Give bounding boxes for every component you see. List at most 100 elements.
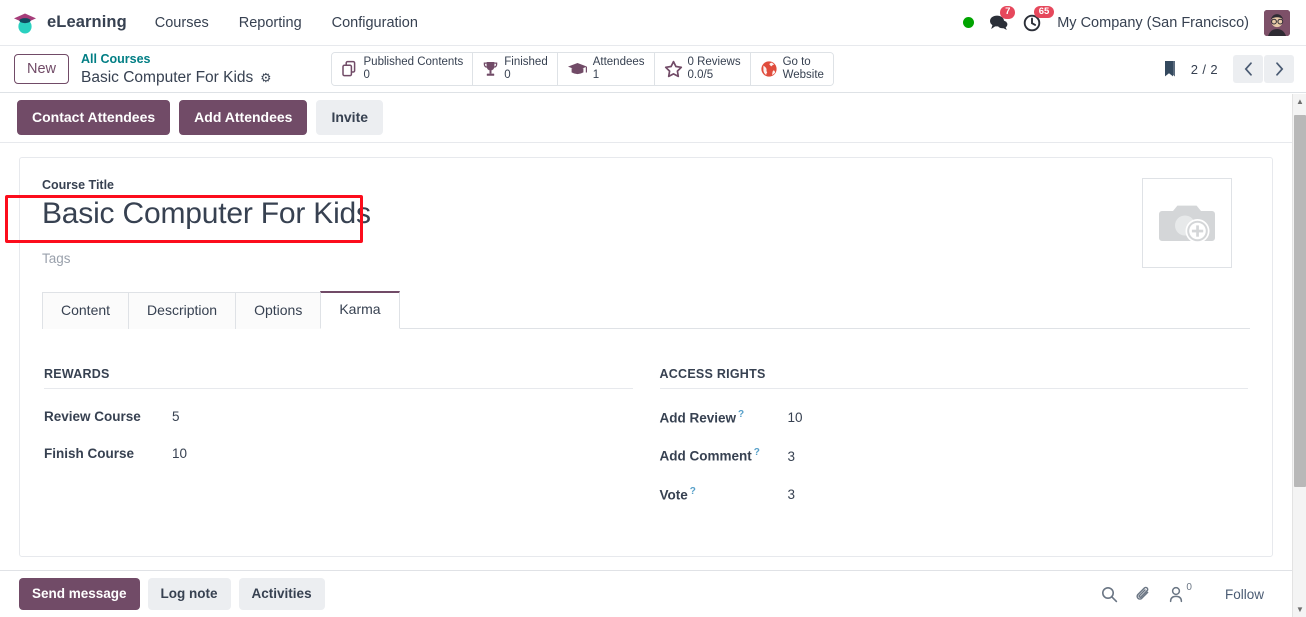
log-note-button[interactable]: Log note [147,577,231,611]
scroll-up-arrow-icon[interactable]: ▲ [1293,94,1306,109]
company-switcher[interactable]: My Company (San Francisco) [1057,15,1249,31]
paperclip-icon[interactable] [1135,586,1152,603]
top-navbar: eLearning Courses Reporting Configuratio… [0,0,1306,46]
stat-label: 0 Reviews [687,56,741,69]
new-record-button[interactable]: New [14,53,70,85]
field-row-add-review: Add Review? 10 [660,409,1249,426]
contact-attendees-button[interactable]: Contact Attendees [17,100,171,135]
chevron-right-icon [1275,62,1283,76]
stat-value: 1 [592,69,600,81]
stat-button-finished[interactable]: Finished 0 [473,53,558,85]
help-icon[interactable]: ? [738,409,744,420]
form-notebook-tabs: Content Description Options Karma [42,291,1250,329]
follow-button[interactable]: Follow [1215,581,1274,608]
stat-label: Go to [782,56,811,69]
field-row-add-comment: Add Comment? 3 [660,447,1249,464]
pager-next-button[interactable] [1264,55,1294,83]
breadcrumb: All Courses Basic Computer For Kids ⚙ [81,50,272,87]
tab-content[interactable]: Content [42,292,129,329]
stat-label: Finished [504,56,548,69]
vertical-scrollbar[interactable]: ▲ ▼ [1292,94,1306,617]
followers-button[interactable]: 0 [1169,582,1192,603]
vote-value[interactable]: 3 [788,487,796,502]
tab-description[interactable]: Description [128,292,236,329]
course-image-upload[interactable] [1142,178,1232,268]
scrollbar-track[interactable] [1293,109,1306,602]
scrollbar-thumb[interactable] [1294,115,1306,487]
nav-item-reporting[interactable]: Reporting [237,11,304,35]
activities-badge: 65 [1034,5,1054,19]
search-icon[interactable] [1101,586,1118,603]
finish-course-value[interactable]: 10 [172,446,187,461]
help-icon[interactable]: ? [754,447,760,458]
followers-count: 0 [1186,581,1192,593]
send-message-button[interactable]: Send message [19,577,140,611]
stat-button-go-to-website[interactable]: Go to Website [750,53,833,85]
star-icon [664,60,683,78]
tab-options[interactable]: Options [235,292,321,329]
control-panel: New All Courses Basic Computer For Kids … [0,46,1306,93]
presence-dot-online-icon[interactable] [963,17,975,28]
breadcrumb-all-courses[interactable]: All Courses [81,52,150,67]
stat-buttons-group: Published Contents 0 Finished 0 Attendee… [330,52,834,86]
tags-input[interactable]: Tags [42,251,71,266]
course-title-label: Course Title [42,178,115,192]
graduation-cap-icon [567,61,588,77]
add-attendees-button[interactable]: Add Attendees [179,100,308,135]
stat-button-reviews[interactable]: 0 Reviews 0.0/5 [654,53,751,85]
stat-value: 0.0/5 [687,69,714,81]
invite-button[interactable]: Invite [316,100,384,135]
content-area: Contact Attendees Add Attendees Invite C… [0,93,1306,617]
stat-value: 0 [363,69,370,81]
control-panel-right: 2 / 2 [1162,55,1294,83]
messages-badge: 7 [1000,6,1016,19]
add-comment-label: Add Comment [659,448,752,464]
add-comment-value[interactable]: 3 [788,449,796,464]
activities-button[interactable]: Activities [238,577,325,611]
bookmark-icon[interactable] [1162,59,1178,79]
course-title-input[interactable]: Basic Computer For Kids [42,196,1142,231]
pager-previous-button[interactable] [1233,55,1263,83]
app-name[interactable]: eLearning [47,13,127,32]
karma-tab-panel: REWARDS Review Course 5 Finish Course 10… [42,329,1250,513]
access-rights-group-title: ACCESS RIGHTS [659,367,1248,389]
rewards-group: REWARDS Review Course 5 Finish Course 10 [44,367,633,503]
pager-buttons [1233,55,1294,83]
stat-value: Website [782,69,824,81]
form-scroll-region: Course Title Basic Computer For Kids Tag… [0,144,1292,617]
messages-button[interactable]: 7 [989,6,1016,31]
scroll-down-arrow-icon[interactable]: ▼ [1293,602,1306,617]
rewards-group-title: REWARDS [44,367,633,389]
navbar-right-tools: 7 65 My Company (San Francisco) [963,5,1294,36]
review-course-value[interactable]: 5 [172,409,180,424]
title-row: Course Title Basic Computer For Kids Tag… [42,176,1250,268]
stat-button-published-contents[interactable]: Published Contents 0 [331,53,474,85]
record-action-buttons: Contact Attendees Add Attendees Invite [0,93,1306,143]
graduation-cap-icon[interactable] [12,11,38,35]
help-icon[interactable]: ? [690,486,696,497]
followers-person-icon [1169,586,1183,602]
pager-count[interactable]: 2 / 2 [1191,62,1218,77]
nav-menu: Courses Reporting Configuration [153,11,420,35]
user-avatar[interactable] [1264,9,1290,36]
trophy-icon [482,60,499,78]
stat-button-attendees[interactable]: Attendees 1 [557,53,655,85]
add-review-label: Add Review [659,410,737,426]
nav-item-configuration[interactable]: Configuration [330,11,420,35]
review-course-label: Review Course [44,408,141,424]
field-row-finish-course: Finish Course 10 [44,446,633,461]
copy-documents-icon [341,60,359,78]
add-review-value[interactable]: 10 [788,410,803,425]
field-row-vote: Vote? 3 [660,486,1249,503]
nav-item-courses[interactable]: Courses [153,11,211,35]
field-row-review-course: Review Course 5 [44,409,633,424]
camera-add-photo-icon [1159,205,1215,243]
gear-icon[interactable]: ⚙ [260,72,271,85]
finish-course-label: Finish Course [44,445,135,461]
chevron-left-icon [1244,62,1252,76]
chatter-toolbar: Send message Log note Activities 0 Follo… [0,570,1292,617]
tab-karma[interactable]: Karma [320,291,400,329]
activities-button[interactable]: 65 [1023,5,1054,32]
vote-label: Vote [659,487,688,503]
breadcrumb-current-record: Basic Computer For Kids [81,69,254,87]
